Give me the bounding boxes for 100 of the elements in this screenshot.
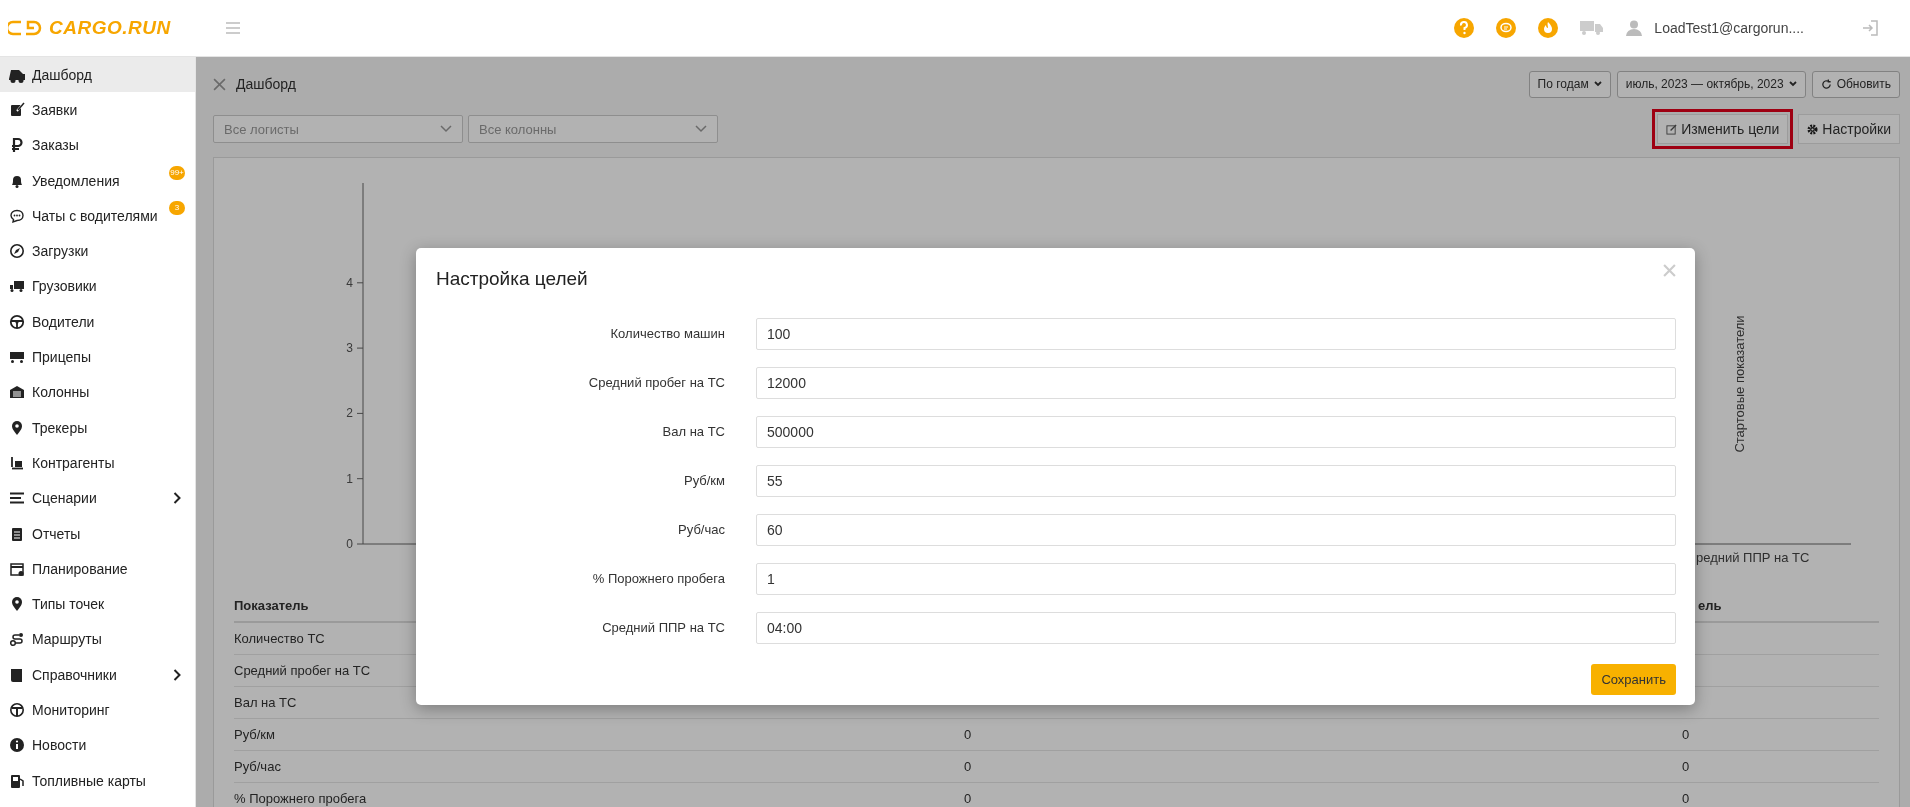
edit-icon <box>9 101 25 118</box>
axis-tick-label: 0 <box>346 537 353 551</box>
input-field[interactable]: 60 <box>756 513 1676 546</box>
sidebar-item[interactable]: Маршруты <box>0 621 195 658</box>
logo-icon <box>8 20 42 36</box>
steering-wheel-icon <box>9 313 25 330</box>
period-dropdown[interactable]: По годам <box>1528 70 1611 98</box>
sidebar-item[interactable]: Колонны <box>0 374 195 410</box>
date-range-dropdown[interactable]: июль, 2023 — октябрь, 2023 <box>1616 70 1806 98</box>
field-label: Вал на ТС <box>661 424 725 439</box>
user-icon[interactable] <box>1626 20 1643 36</box>
sidebar-item[interactable]: Заказы <box>0 127 195 163</box>
close-icon[interactable] <box>213 77 226 91</box>
map-pin-icon <box>9 419 25 436</box>
map-pin-icon <box>9 596 25 613</box>
list-icon <box>9 490 25 507</box>
book-icon <box>9 666 25 683</box>
table-cell: Количество ТС <box>234 631 325 646</box>
field-label: Средний ППР на ТС <box>601 620 725 635</box>
chat-icon[interactable] <box>1496 18 1517 38</box>
ruble-icon <box>9 137 25 154</box>
flame-icon[interactable] <box>1538 18 1559 38</box>
table-cell: 0 <box>964 759 972 774</box>
sidebar-item[interactable]: Загрузки <box>0 233 195 269</box>
field-label: % Порожнего пробега <box>591 571 725 586</box>
menu-icon[interactable] <box>226 22 240 34</box>
column-header: Показатель <box>234 598 310 613</box>
info-icon <box>9 737 25 754</box>
user-email[interactable]: LoadTest1@cargorun.... <box>1654 20 1804 36</box>
warehouse-icon <box>9 384 25 401</box>
refresh-button[interactable]: Обновить <box>1811 70 1900 98</box>
clipboard-icon <box>9 525 25 542</box>
route-icon <box>9 631 25 648</box>
sidebar-item[interactable]: Новости <box>0 727 195 763</box>
chevron-down-icon <box>695 125 707 133</box>
chevron-down-icon <box>440 125 452 133</box>
sidebar-item[interactable]: Прицепы <box>0 339 195 375</box>
sidebar-item[interactable]: Типы точек <box>0 586 195 622</box>
compass-icon <box>9 243 25 260</box>
page-title: Дашборд <box>236 76 296 92</box>
field-label: Средний пробег на ТС <box>587 375 725 390</box>
caret-icon <box>1593 81 1602 87</box>
fuel-pump-icon <box>9 772 25 789</box>
table-cell: 0 <box>964 727 972 742</box>
axis-tick-label: 2 <box>346 406 353 421</box>
table-cell: Средний пробег на ТС <box>234 663 371 678</box>
emblem-icon <box>9 702 25 718</box>
input-field[interactable]: 55 <box>756 464 1676 497</box>
input-field[interactable]: 04:00 <box>756 611 1676 644</box>
table-cell: 0 <box>964 791 972 806</box>
sidebar-item[interactable]: Уведомления 99+ <box>0 162 195 199</box>
logo-text: CARGO.RUN <box>49 17 171 39</box>
sidebar-item[interactable]: Топливные карты <box>0 762 195 799</box>
sidebar-item[interactable]: Сценарии <box>0 480 195 516</box>
count-badge: 3 <box>169 201 185 216</box>
sidebar-item[interactable]: Чаты с водителями 3 <box>0 198 195 234</box>
field-label: Руб/час <box>677 522 725 537</box>
table-cell: 0 <box>1682 727 1690 742</box>
count-badge: 99+ <box>169 165 185 180</box>
sidebar-item[interactable]: Отчеты <box>0 515 195 552</box>
table-cell: 0 <box>1682 759 1690 774</box>
settings-button[interactable]: Настройки <box>1798 114 1900 144</box>
input-field[interactable]: 100 <box>756 317 1676 350</box>
calendar-icon <box>9 560 25 577</box>
refresh-icon <box>1820 78 1832 90</box>
help-icon[interactable] <box>1454 18 1475 38</box>
input-field[interactable]: 12000 <box>756 366 1676 399</box>
gear-icon <box>1807 123 1819 135</box>
sidebar-item[interactable]: Заявки <box>0 92 195 128</box>
table-cell: 0 <box>1682 791 1690 806</box>
input-field[interactable]: 1 <box>756 562 1676 595</box>
sidebar-item[interactable]: Мониторинг <box>0 692 195 728</box>
axis-tick-label: 4 <box>346 275 353 290</box>
sidebar-item[interactable]: Грузовики <box>0 268 195 305</box>
logout-icon[interactable] <box>1862 20 1878 36</box>
sidebar-item[interactable]: Контрагенты <box>0 445 195 481</box>
axis-label: редний ППР на ТС <box>1696 550 1810 565</box>
input-field[interactable]: 500000 <box>756 415 1676 448</box>
sidebar-item[interactable]: Дашборд <box>0 57 195 93</box>
table-cell: % Порожнего пробега <box>234 791 367 806</box>
edit-goals-button[interactable]: Изменить цели <box>1657 114 1789 144</box>
axis-tick-label: 3 <box>346 341 353 356</box>
table-cell: Руб/час <box>234 759 281 774</box>
trailer-icon <box>9 349 25 365</box>
legend-label: Стартовые показатели <box>1732 315 1747 453</box>
field-label: Руб/км <box>683 473 725 488</box>
close-icon[interactable] <box>1663 264 1676 277</box>
field-label: Количество машин <box>609 326 725 341</box>
sidebar-item[interactable]: Планирование <box>0 551 195 587</box>
axis-tick-label: 1 <box>346 471 353 486</box>
save-button[interactable]: Сохранить <box>1591 664 1676 695</box>
truck-icon[interactable] <box>1580 20 1605 36</box>
sidebar-item[interactable]: Трекеры <box>0 409 195 446</box>
caret-icon <box>1788 81 1797 87</box>
sidebar-item[interactable]: Справочники <box>0 657 195 693</box>
truck-icon <box>9 278 25 295</box>
sidebar-item[interactable]: Водители <box>0 304 195 340</box>
table-cell: Вал на ТС <box>234 695 297 710</box>
chat-bubble-icon <box>9 207 25 224</box>
column-header: ель <box>1697 598 1722 613</box>
